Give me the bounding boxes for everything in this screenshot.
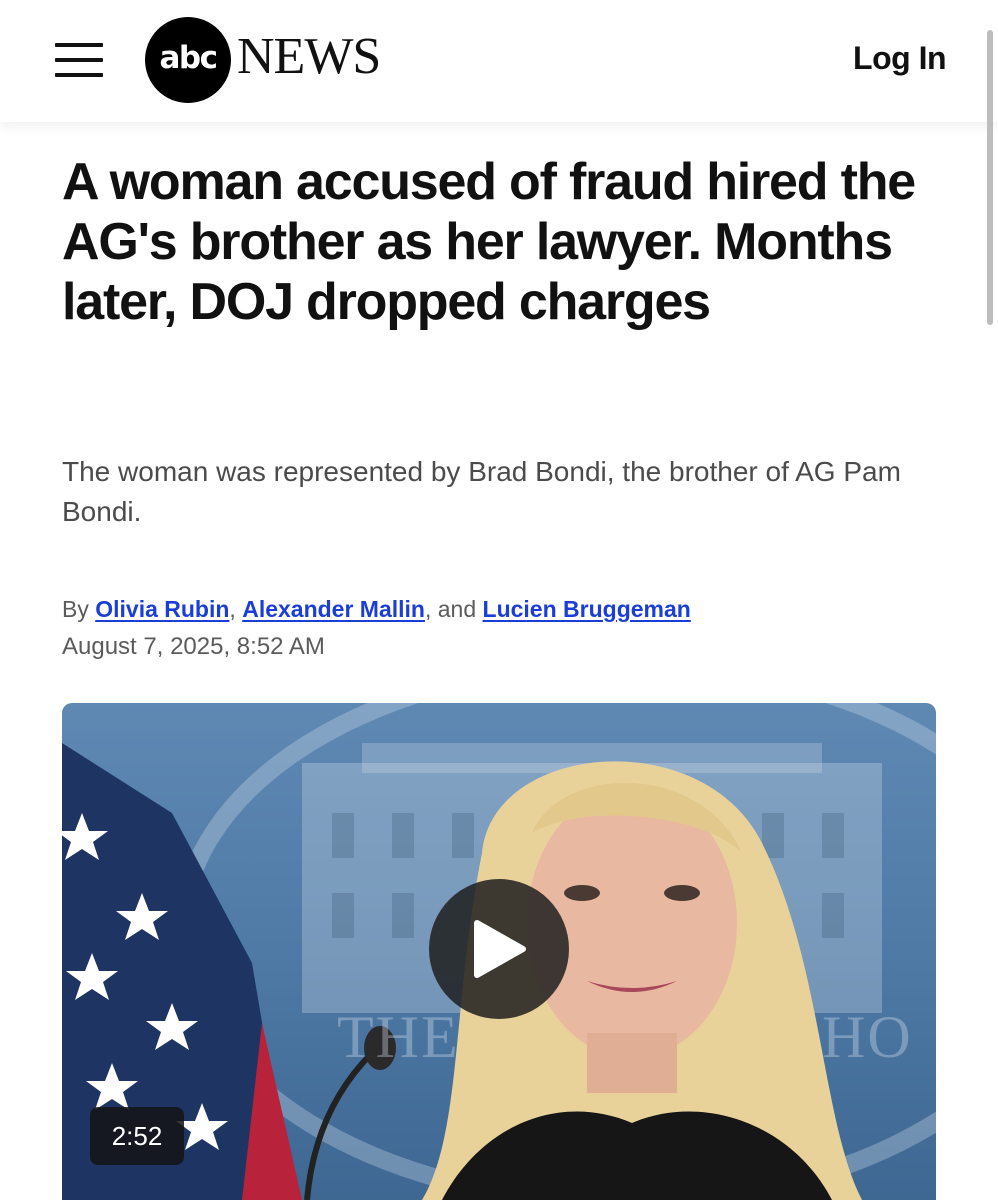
- scrollbar[interactable]: [987, 30, 993, 325]
- author-link-olivia-rubin[interactable]: Olivia Rubin: [95, 596, 229, 622]
- byline-prefix: By: [62, 596, 89, 622]
- backdrop-text-right: HO: [822, 1004, 913, 1070]
- backdrop-text-left: THE: [337, 1004, 460, 1070]
- login-button[interactable]: Log In: [853, 40, 946, 77]
- hamburger-menu-icon[interactable]: [55, 43, 103, 77]
- site-header: abc NEWS Log In: [0, 0, 998, 122]
- author-link-alexander-mallin[interactable]: Alexander Mallin: [242, 596, 425, 622]
- article-dek: The woman was represented by Brad Bondi,…: [62, 456, 901, 527]
- publish-date: August 7, 2025, 8:52 AM: [62, 633, 325, 660]
- play-icon: [474, 920, 526, 978]
- article-headline: A woman accused of fraud hired the AG's …: [62, 153, 916, 331]
- abc-news-logo[interactable]: abc NEWS: [145, 17, 405, 103]
- video-duration-badge: 2:52: [90, 1107, 184, 1165]
- abc-logo-circle: abc: [145, 17, 231, 103]
- byline-separator-and: , and: [424, 596, 477, 622]
- byline: By Olivia Rubin, Alexander Mallin, and L…: [62, 592, 691, 626]
- logo-abc-text: abc: [159, 40, 219, 76]
- play-button[interactable]: [429, 879, 569, 1019]
- logo-news-wordmark: NEWS: [237, 28, 381, 85]
- byline-separator: ,: [229, 596, 236, 622]
- video-player[interactable]: THE HO 2:52: [62, 703, 936, 1200]
- author-link-lucien-bruggeman[interactable]: Lucien Bruggeman: [483, 596, 691, 622]
